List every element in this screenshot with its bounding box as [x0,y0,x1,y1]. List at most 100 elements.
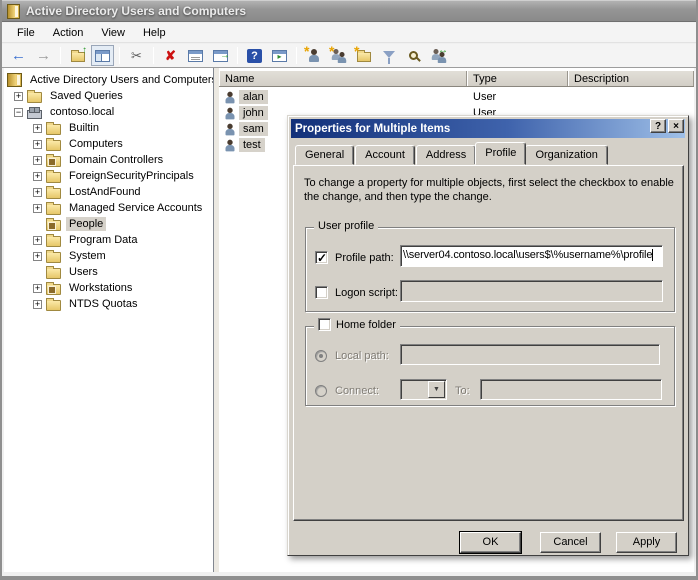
tree-expander-icon[interactable]: + [33,300,42,309]
user-icon [225,108,236,120]
tree-item-ntds-quotas[interactable]: + NTDS Quotas [4,296,213,312]
text-caret [652,249,653,261]
properties-icon[interactable] [184,45,207,66]
tree-item-label[interactable]: LostAndFound [66,185,144,199]
tab-profile[interactable]: Profile [475,142,526,165]
profile-path-field[interactable]: \\server04.contoso.local\users$\%usernam… [400,245,663,267]
tree-expander-icon[interactable]: − [14,108,23,117]
cut-icon[interactable]: ✂ [125,45,148,66]
home-folder-checkbox[interactable] [318,318,331,331]
tree-item-label[interactable]: Computers [66,137,126,151]
ou-icon [46,220,61,231]
filter-icon[interactable] [377,45,400,66]
tree-item-label[interactable]: NTDS Quotas [66,297,140,311]
change-domain-icon[interactable]: ↔ [427,45,450,66]
forward-icon[interactable]: → [32,45,55,66]
menu-bar: FileActionViewHelp [2,23,696,43]
menu-help[interactable]: Help [134,25,175,41]
logon-script-checkbox[interactable] [315,286,328,299]
apply-button[interactable]: Apply [616,532,677,553]
tree-expander-icon[interactable]: + [33,204,42,213]
up-one-level-icon[interactable]: ↑ [66,45,89,66]
row-name[interactable]: sam [239,122,268,136]
dialog-close-button[interactable]: × [668,119,684,133]
profile-path-checkbox[interactable] [315,251,328,264]
tree-item-label[interactable]: Users [66,265,101,279]
console-tree-icon[interactable] [91,45,114,66]
help-icon[interactable]: ? [243,45,266,66]
tree-item-label[interactable]: Domain Controllers [66,153,166,167]
cancel-button[interactable]: Cancel [540,532,601,553]
tree-item-foreignsecurityprincipals[interactable]: + ForeignSecurityPrincipals [4,168,213,184]
tree-item-workstations[interactable]: + Workstations [4,280,213,296]
ok-button[interactable]: OK [460,532,521,553]
tree-item-active-directory-users-and-computers[interactable]: Active Directory Users and Computers [4,72,213,88]
tree-item-managed-service-accounts[interactable]: + Managed Service Accounts [4,200,213,216]
tree-expander-icon[interactable]: + [33,284,42,293]
menu-view[interactable]: View [92,25,134,41]
tree-item-label[interactable]: Builtin [66,121,102,135]
row-name[interactable]: alan [239,90,268,104]
folder-icon [46,252,61,263]
list-row-alan[interactable]: alan User [219,90,694,106]
tree-item-label[interactable]: Saved Queries [47,89,126,103]
tree-expander-icon[interactable]: + [33,140,42,149]
tree-expander-icon[interactable]: + [14,92,23,101]
tree-expander-icon[interactable]: + [33,236,42,245]
tree-expander-icon[interactable]: + [33,124,42,133]
back-icon[interactable]: ← [7,45,30,66]
tab-organization[interactable]: Organization [525,145,607,165]
tab-address[interactable]: Address [416,145,476,165]
tree-item-label[interactable]: People [66,217,106,231]
new-ou-icon[interactable]: * [352,45,375,66]
tree-item-label[interactable]: Active Directory Users and Computers [27,73,214,87]
home-folder-legend: Home folder [336,319,396,331]
user-icon [225,124,236,136]
row-name[interactable]: test [239,138,265,152]
find-icon[interactable] [402,45,425,66]
column-header-name[interactable]: Name [219,71,467,86]
tab-account[interactable]: Account [355,145,415,165]
tree-item-builtin[interactable]: + Builtin [4,120,213,136]
toolbar: ←→↑✂✘→?▸***↔ [2,44,696,68]
console-tree: Active Directory Users and Computers + S… [4,68,214,572]
new-window-icon[interactable]: ▸ [268,45,291,66]
window-titlebar: Active Directory Users and Computers [2,0,696,22]
tree-expander-icon[interactable]: + [33,156,42,165]
delete-icon[interactable]: ✘ [159,45,182,66]
folder-icon [46,188,61,199]
tree-item-label[interactable]: Managed Service Accounts [66,201,205,215]
connect-radio [315,385,327,397]
tab-general[interactable]: General [295,145,354,165]
app-window: Active Directory Users and Computers Fil… [0,0,698,580]
menu-action[interactable]: Action [44,25,93,41]
tree-item-contoso-local[interactable]: − contoso.local [4,104,213,120]
new-user-icon[interactable]: * [302,45,325,66]
column-header-type[interactable]: Type [467,71,568,86]
tree-item-label[interactable]: ForeignSecurityPrincipals [66,169,197,183]
tree-expander-icon[interactable]: + [33,252,42,261]
tree-item-label[interactable]: Workstations [66,281,135,295]
tree-expander-icon[interactable]: + [33,188,42,197]
list-column-headers: NameTypeDescription [219,70,694,87]
export-list-icon[interactable]: → [209,45,232,66]
tree-item-system[interactable]: + System [4,248,213,264]
tree-item-program-data[interactable]: + Program Data [4,232,213,248]
tree-item-computers[interactable]: + Computers [4,136,213,152]
tree-item-saved-queries[interactable]: + Saved Queries [4,88,213,104]
tree-item-label[interactable]: contoso.local [47,105,117,119]
tree-item-people[interactable]: People [4,216,213,232]
folder-icon [46,236,61,247]
tree-expander-icon[interactable]: + [33,172,42,181]
tree-item-label[interactable]: Program Data [66,233,140,247]
menu-file[interactable]: File [8,25,44,41]
tree-item-domain-controllers[interactable]: + Domain Controllers [4,152,213,168]
column-header-description[interactable]: Description [568,71,694,86]
row-name[interactable]: john [239,106,268,120]
dialog-help-button[interactable]: ? [650,119,666,133]
tree-item-label[interactable]: System [66,249,109,263]
new-group-icon[interactable]: * [327,45,350,66]
ou-icon [46,284,61,295]
tree-item-users[interactable]: Users [4,264,213,280]
tree-item-lostandfound[interactable]: + LostAndFound [4,184,213,200]
